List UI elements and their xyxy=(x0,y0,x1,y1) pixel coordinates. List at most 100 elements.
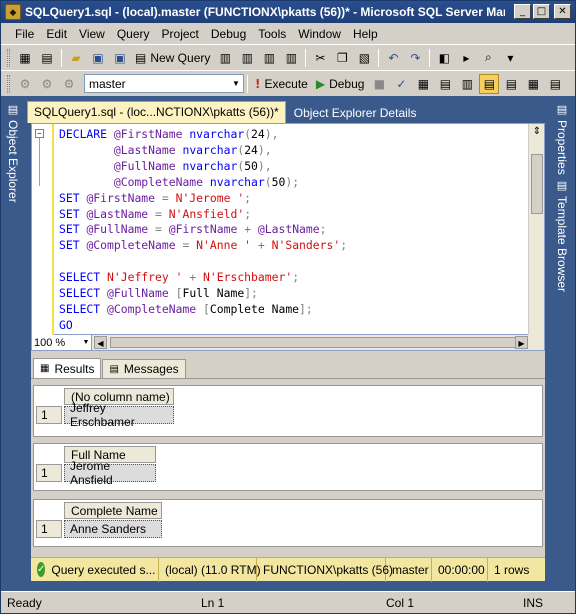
navigate-back-icon[interactable]: ◧ xyxy=(434,48,454,68)
paste-icon[interactable]: ▧ xyxy=(354,48,374,68)
minimize-button[interactable]: _ xyxy=(514,4,531,19)
status-line: Ln 1 xyxy=(201,595,225,610)
code-line: GO xyxy=(59,317,73,332)
row-header[interactable]: 1 xyxy=(36,520,62,538)
toolbar-separator xyxy=(247,74,248,93)
menu-window[interactable]: Window xyxy=(292,27,347,41)
toolbar-separator xyxy=(429,48,431,67)
play-icon: ▶ xyxy=(315,76,326,91)
result-cell[interactable]: Jeffrey Erschbamer xyxy=(64,401,174,429)
menu-tools[interactable]: Tools xyxy=(252,27,292,41)
result-grid[interactable]: Full Name 1 Jerome Ansfield xyxy=(33,443,543,491)
menu-view[interactable]: View xyxy=(73,27,111,41)
database-select[interactable]: master ▼ xyxy=(84,74,244,93)
tab-messages[interactable]: ▤ Messages xyxy=(102,359,186,378)
results-to-file-icon[interactable]: ▤ xyxy=(501,74,521,94)
editor-horizontal-scrollbar[interactable]: ◀ ▶ xyxy=(92,335,544,350)
editor-vertical-scrollbar[interactable]: ⇕ xyxy=(528,124,544,336)
xmla-query-icon[interactable]: ▥ xyxy=(281,48,301,68)
undo-icon[interactable]: ↶ xyxy=(383,48,403,68)
navigate-forward-icon[interactable]: ▸ xyxy=(456,48,476,68)
column-header[interactable]: Complete Name xyxy=(64,502,162,519)
right-side-rail: ▤ Properties ▤ Template Browser xyxy=(551,97,575,591)
intellisense-icon[interactable]: ▥ xyxy=(457,74,477,94)
editor-gutter xyxy=(32,124,54,336)
mdx-query-icon[interactable]: ▥ xyxy=(237,48,257,68)
menu-query[interactable]: Query xyxy=(111,27,156,41)
find-icon[interactable]: ⌕ xyxy=(478,48,498,68)
parse-icon[interactable]: ✓ xyxy=(391,74,411,94)
result-cell[interactable]: Jerome Ansfield xyxy=(64,459,156,487)
status-row-count: 1 rows xyxy=(494,562,530,577)
tab-results-label: Results xyxy=(54,361,95,376)
open-folder-icon[interactable]: ▰ xyxy=(66,48,86,68)
tab-object-explorer-details[interactable]: Object Explorer Details xyxy=(286,103,425,123)
save-all-icon[interactable]: ▣ xyxy=(110,48,130,68)
new-project-icon[interactable]: ▦ xyxy=(15,48,35,68)
query-editor[interactable]: − DECLARE @FirstName nvarchar(24), @Last… xyxy=(31,123,545,336)
new-query-button[interactable]: ▤ New Query xyxy=(131,51,214,65)
code-line: @CompleteName nvarchar(50); xyxy=(113,174,300,189)
disconnect-icon[interactable]: ⚙ xyxy=(37,74,57,94)
menu-help[interactable]: Help xyxy=(347,27,384,41)
code-line: SET @FirstName = N'Jerome '; xyxy=(59,190,252,205)
app-icon: ◆ xyxy=(5,4,21,20)
toolbar-grip[interactable] xyxy=(7,48,10,67)
code-line: SELECT @FullName [Full Name]; xyxy=(59,286,258,301)
status-server: (local) (11.0 RTM) xyxy=(159,557,261,582)
debug-button[interactable]: ▶ Debug xyxy=(312,77,369,91)
result-cell[interactable]: Anne Sanders xyxy=(64,520,162,538)
collapse-icon[interactable]: − xyxy=(35,129,44,138)
scroll-left-icon[interactable]: ◀ xyxy=(94,336,107,349)
object-explorer-side-tab-label: Object Explorer xyxy=(6,120,20,203)
splitter-icon[interactable]: ⇕ xyxy=(530,125,544,139)
scroll-thumb[interactable] xyxy=(110,337,520,348)
scroll-right-icon[interactable]: ▶ xyxy=(515,336,528,349)
cut-icon[interactable]: ✂ xyxy=(310,48,330,68)
change-connection-icon[interactable]: ⚙ xyxy=(59,74,79,94)
connect-icon[interactable]: ⚙ xyxy=(15,74,35,94)
object-explorer-side-tab[interactable]: ▤ Object Explorer xyxy=(6,103,20,203)
row-header[interactable]: 1 xyxy=(36,464,62,482)
add-item-icon[interactable]: ▤ xyxy=(37,48,57,68)
menu-file[interactable]: File xyxy=(9,27,40,41)
comment-icon[interactable]: ▤ xyxy=(545,74,565,94)
query-status-message: ✓ Query executed s... xyxy=(31,557,159,582)
copy-icon[interactable]: ❐ xyxy=(332,48,352,68)
tab-results[interactable]: ▦ Results xyxy=(33,358,102,378)
db-engine-query-icon[interactable]: ▥ xyxy=(215,48,235,68)
close-button[interactable]: ✕ xyxy=(554,4,571,19)
code-line: SET @FullName = @FirstName + @LastName; xyxy=(59,222,327,237)
toolbar-grip[interactable] xyxy=(7,74,10,93)
menu-edit[interactable]: Edit xyxy=(40,27,73,41)
status-elapsed-time: 00:00:00 xyxy=(432,557,488,582)
save-icon[interactable]: ▣ xyxy=(88,48,108,68)
document-area: SQLQuery1.sql - (loc...NCTIONX\pkatts (5… xyxy=(27,97,551,591)
execute-button[interactable]: ! Execute xyxy=(251,77,312,91)
tab-sql-query[interactable]: SQLQuery1.sql - (loc...NCTIONX\pkatts (5… xyxy=(27,101,286,123)
status-column: Col 1 xyxy=(386,595,415,610)
menu-project[interactable]: Project xyxy=(156,27,205,41)
scroll-thumb[interactable] xyxy=(531,154,543,214)
results-to-grid-icon[interactable]: ▤ xyxy=(479,73,500,94)
result-grid[interactable]: Complete Name 1 Anne Sanders xyxy=(33,499,543,547)
maximize-button[interactable]: □ xyxy=(533,4,550,19)
result-grid[interactable]: (No column name) 1 Jeffrey Erschbamer xyxy=(33,385,543,437)
zoom-select[interactable]: 100 % ▼ xyxy=(32,335,92,350)
new-query-icon: ▤ xyxy=(135,50,147,65)
menu-debug[interactable]: Debug xyxy=(205,27,252,41)
success-check-icon: ✓ xyxy=(37,562,46,577)
row-header[interactable]: 1 xyxy=(36,406,62,424)
redo-icon[interactable]: ↷ xyxy=(405,48,425,68)
display-plan-icon[interactable]: ▦ xyxy=(523,74,543,94)
toolbar-options-icon[interactable]: ▾ xyxy=(500,48,520,68)
properties-side-tab[interactable]: ▤ Properties xyxy=(555,103,569,175)
template-browser-side-tab[interactable]: ▤ Template Browser xyxy=(555,179,569,292)
stop-icon[interactable]: ■ xyxy=(369,74,389,94)
dmx-query-icon[interactable]: ▥ xyxy=(259,48,279,68)
code-line: SELECT @CompleteName [Complete Name]; xyxy=(59,301,313,316)
results-to-icon[interactable]: ▦ xyxy=(413,74,433,94)
query-options-icon[interactable]: ▤ xyxy=(435,74,455,94)
app-window: ◆ SQLQuery1.sql - (local).master (FUNCTI… xyxy=(0,0,576,614)
